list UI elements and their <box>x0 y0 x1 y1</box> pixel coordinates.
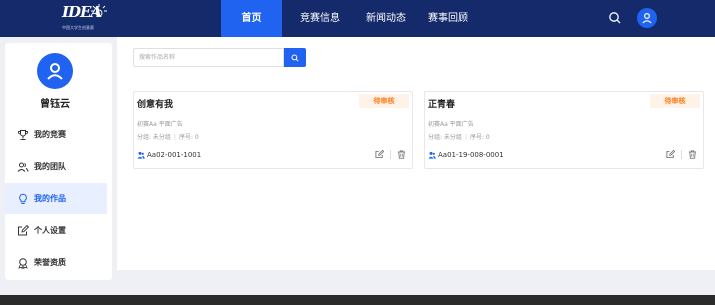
edit-icon[interactable] <box>375 150 384 159</box>
top-navbar: IDEA 中国大学生创意赛 首页 竞赛信息 新闻动态 赛事回顾 <box>0 0 715 37</box>
team-icon <box>428 151 436 159</box>
search-button[interactable] <box>284 48 306 67</box>
main-content: 创意有我 待审核 初赛Aa 平面广告 分组: 未分组|序号: 0 Aa02-00… <box>117 37 715 270</box>
work-code-row: Aa01-19-008-0001 <box>428 151 504 159</box>
medal-icon <box>18 257 28 269</box>
sidebar-item-my-works[interactable]: 我的作品 <box>5 183 107 214</box>
team-icon <box>17 162 29 172</box>
status-badge: 待审核 <box>359 94 409 108</box>
search-icon[interactable] <box>608 11 622 25</box>
nav-item-competition-info[interactable]: 竞赛信息 <box>290 0 350 37</box>
footer-bar <box>0 295 715 305</box>
work-category: 初赛Aa 平面广告 <box>137 121 183 128</box>
action-divider <box>390 150 391 159</box>
work-meta: 分组: 未分组 | 序号: 0 <box>137 134 199 141</box>
search-icon <box>291 54 299 62</box>
work-group: 分组: 未分组 <box>137 134 171 141</box>
delete-icon[interactable] <box>688 150 697 159</box>
logo[interactable]: IDEA 中国大学生创意赛 <box>62 3 122 34</box>
work-order: 序号: 0 <box>469 134 490 141</box>
edit-icon[interactable] <box>666 150 675 159</box>
work-title: 正青春 <box>428 100 456 110</box>
work-code-row: Aa02-001-1001 <box>137 151 201 159</box>
work-category: 初赛Aa 平面广告 <box>428 121 474 128</box>
nav-item-news[interactable]: 新闻动态 <box>356 0 416 37</box>
work-code: Aa01-19-008-0001 <box>438 151 504 159</box>
logo-subtitle: 中国大学生创意赛 <box>62 25 94 30</box>
sidebar-item-my-team[interactable]: 我的团队 <box>5 151 107 182</box>
nav-item-event-review[interactable]: 赛事回顾 <box>418 0 478 37</box>
trophy-icon <box>17 129 29 140</box>
user-avatar-button[interactable] <box>637 8 657 28</box>
work-title: 创意有我 <box>137 100 174 110</box>
work-actions <box>375 150 406 159</box>
logo-rays-icon <box>91 4 107 17</box>
sidebar-item-label: 我的作品 <box>34 194 66 203</box>
work-code: Aa02-001-1001 <box>147 151 202 159</box>
team-icon <box>137 151 145 159</box>
delete-icon[interactable] <box>397 150 406 159</box>
edit-icon <box>18 224 29 235</box>
sidebar-item-honors[interactable]: 荣誉资质 <box>5 247 107 278</box>
sidebar-item-my-competitions[interactable]: 我的竞赛 <box>5 119 107 150</box>
sidebar-item-label: 荣誉资质 <box>34 258 66 267</box>
user-name: 曾钰云 <box>40 99 70 110</box>
work-card[interactable]: 创意有我 待审核 初赛Aa 平面广告 分组: 未分组 | 序号: 0 Aa02-00… <box>133 91 413 169</box>
work-group: 分组: 未分组 <box>428 134 462 141</box>
search-input[interactable] <box>133 48 284 67</box>
work-actions <box>666 150 697 159</box>
sidebar: 曾钰云 我的竞赛 我的团队 我的作品 个人设置 荣誉资质 <box>5 43 112 280</box>
work-meta: 分组: 未分组 | 序号: 0 <box>428 134 490 141</box>
status-badge: 待审核 <box>650 94 700 108</box>
action-divider <box>681 150 682 159</box>
sidebar-item-label: 个人设置 <box>34 226 66 235</box>
work-order: 序号: 0 <box>178 134 199 141</box>
bulb-icon <box>19 193 27 204</box>
user-icon <box>642 12 652 24</box>
sidebar-item-personal-settings[interactable]: 个人设置 <box>5 215 107 246</box>
avatar <box>37 53 73 89</box>
sidebar-item-label: 我的竞赛 <box>34 130 66 139</box>
user-icon <box>47 63 63 80</box>
sidebar-item-label: 我的团队 <box>34 162 66 171</box>
nav-item-home[interactable]: 首页 <box>221 0 282 37</box>
work-card[interactable]: 正青春 待审核 初赛Aa 平面广告 分组: 未分组 | 序号: 0 Aa01-19-… <box>424 91 704 169</box>
